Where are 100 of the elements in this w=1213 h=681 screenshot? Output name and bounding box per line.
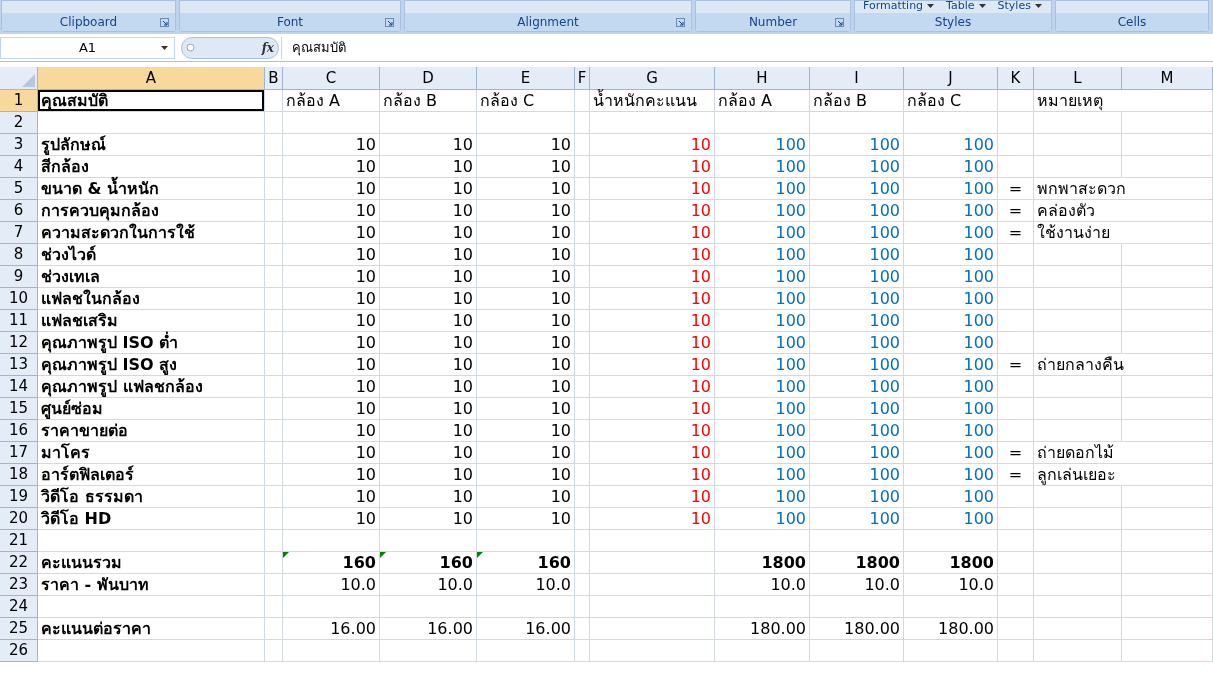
table-cell: 160 bbox=[477, 552, 575, 574]
table-cell: 10 bbox=[590, 266, 715, 288]
table-cell bbox=[998, 376, 1034, 398]
table-cell bbox=[998, 90, 1034, 112]
table-cell bbox=[265, 574, 283, 596]
row-header[interactable]: 26 bbox=[0, 640, 38, 662]
insert-function-button[interactable]: fx bbox=[261, 38, 274, 57]
table-cell: วิดีโอ ธรรมดา bbox=[38, 486, 265, 508]
table-cell bbox=[575, 420, 590, 442]
row-header[interactable]: 8 bbox=[0, 244, 38, 266]
ribbon-dropdown-button[interactable]: Table bbox=[946, 0, 986, 13]
column-header[interactable]: F bbox=[575, 67, 590, 90]
table-cell: 10 bbox=[283, 332, 380, 354]
row-header[interactable]: 10 bbox=[0, 288, 38, 310]
table-cell: 100 bbox=[810, 376, 904, 398]
dialog-launcher-icon[interactable] bbox=[835, 18, 844, 27]
column-header[interactable]: L bbox=[1034, 67, 1122, 90]
table-cell: 10 bbox=[590, 376, 715, 398]
column-header[interactable]: M bbox=[1122, 67, 1213, 90]
ribbon-group-label: Font bbox=[276, 14, 304, 31]
table-cell: 10.0 bbox=[715, 574, 810, 596]
table-cell: 100 bbox=[904, 266, 998, 288]
row-header[interactable]: 7 bbox=[0, 222, 38, 244]
row-header[interactable]: 1 bbox=[0, 90, 38, 112]
table-cell: 100 bbox=[810, 508, 904, 530]
table-cell: 10 bbox=[283, 222, 380, 244]
table-cell bbox=[265, 288, 283, 310]
column-header[interactable]: B bbox=[265, 67, 283, 90]
row-header[interactable]: 23 bbox=[0, 574, 38, 596]
row-header[interactable]: 24 bbox=[0, 596, 38, 618]
table-cell: = bbox=[998, 200, 1034, 222]
row-header[interactable]: 12 bbox=[0, 332, 38, 354]
ribbon-dropdown-button[interactable]: Styles bbox=[997, 0, 1042, 13]
table-cell: 100 bbox=[810, 156, 904, 178]
row-header[interactable]: 25 bbox=[0, 618, 38, 640]
table-cell: 10 bbox=[380, 420, 477, 442]
ribbon-dropdown-button[interactable]: Formatting bbox=[863, 0, 935, 13]
table-cell: 100 bbox=[904, 134, 998, 156]
row-header[interactable]: 18 bbox=[0, 464, 38, 486]
table-cell: 100 bbox=[715, 398, 810, 420]
row-header[interactable]: 20 bbox=[0, 508, 38, 530]
dialog-launcher-icon[interactable] bbox=[385, 18, 394, 27]
column-header[interactable]: D bbox=[380, 67, 477, 90]
table-cell: 10 bbox=[590, 332, 715, 354]
formula-input-field[interactable]: คุณสมบัติ bbox=[281, 36, 1213, 59]
table-cell: ถ่ายกลางคืน bbox=[1034, 354, 1213, 376]
table-cell: คุณภาพรูป แฟลชกล้อง bbox=[38, 376, 265, 398]
table-cell bbox=[998, 486, 1034, 508]
name-box[interactable]: A1 bbox=[0, 36, 175, 59]
dialog-launcher-icon[interactable] bbox=[676, 18, 685, 27]
row-header[interactable]: 13 bbox=[0, 354, 38, 376]
column-header[interactable]: J bbox=[904, 67, 998, 90]
table-cell bbox=[998, 134, 1034, 156]
row-header[interactable]: 4 bbox=[0, 156, 38, 178]
dialog-launcher-icon[interactable] bbox=[160, 18, 169, 27]
column-header[interactable]: I bbox=[810, 67, 904, 90]
table-cell: 10 bbox=[380, 222, 477, 244]
caret-icon bbox=[1034, 3, 1042, 8]
caret-icon bbox=[927, 3, 935, 8]
column-header[interactable]: K bbox=[998, 67, 1034, 90]
row-header[interactable]: 16 bbox=[0, 420, 38, 442]
table-cell bbox=[265, 420, 283, 442]
row-header[interactable]: 14 bbox=[0, 376, 38, 398]
column-header[interactable]: E bbox=[477, 67, 575, 90]
table-cell: อาร์ตฟิลเตอร์ bbox=[38, 464, 265, 486]
table-cell: การควบคุมกล้อง bbox=[38, 200, 265, 222]
table-cell: ขนาด & น้ำหนัก bbox=[38, 178, 265, 200]
row-header[interactable]: 6 bbox=[0, 200, 38, 222]
table-cell: 180.00 bbox=[904, 618, 998, 640]
row-header[interactable]: 2 bbox=[0, 112, 38, 134]
table-cell: 10 bbox=[283, 200, 380, 222]
table-cell: 160 bbox=[380, 552, 477, 574]
table-cell: 100 bbox=[810, 178, 904, 200]
row-header[interactable]: 19 bbox=[0, 486, 38, 508]
table-cell bbox=[265, 596, 283, 618]
row-header[interactable]: 9 bbox=[0, 266, 38, 288]
row-header[interactable]: 22 bbox=[0, 552, 38, 574]
table-cell: 10 bbox=[590, 398, 715, 420]
column-header[interactable]: H bbox=[715, 67, 810, 90]
table-cell: 100 bbox=[715, 178, 810, 200]
table-cell: 10 bbox=[590, 288, 715, 310]
column-header[interactable]: C bbox=[283, 67, 380, 90]
table-cell: 10 bbox=[477, 464, 575, 486]
table-cell bbox=[265, 178, 283, 200]
column-header[interactable]: G bbox=[590, 67, 715, 90]
table-cell: 10 bbox=[283, 244, 380, 266]
column-header[interactable]: A bbox=[38, 67, 265, 90]
table-cell: 100 bbox=[904, 156, 998, 178]
table-cell: ลูกเล่นเยอะ bbox=[1034, 464, 1213, 486]
table-cell bbox=[575, 486, 590, 508]
row-header[interactable]: 5 bbox=[0, 178, 38, 200]
row-header[interactable]: 3 bbox=[0, 134, 38, 156]
table-cell: 10 bbox=[590, 200, 715, 222]
row-header[interactable]: 15 bbox=[0, 398, 38, 420]
row-header[interactable]: 11 bbox=[0, 310, 38, 332]
table-cell: คุณภาพรูป ISO สูง bbox=[38, 354, 265, 376]
table-cell: 10.0 bbox=[904, 574, 998, 596]
row-header[interactable]: 17 bbox=[0, 442, 38, 464]
row-header[interactable]: 21 bbox=[0, 530, 38, 552]
table-cell: 10 bbox=[477, 178, 575, 200]
